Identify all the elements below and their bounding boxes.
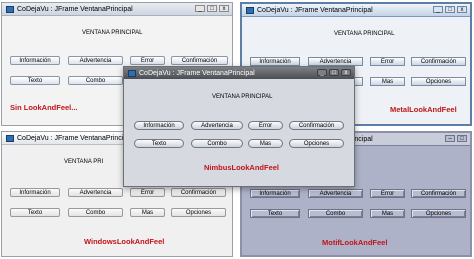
- page-heading: VENTANA PRINCIPAL: [334, 31, 395, 37]
- confirmacion-button[interactable]: Confirmación: [411, 57, 466, 66]
- combo-button[interactable]: Combo: [191, 139, 243, 148]
- confirmacion-button[interactable]: Confirmación: [171, 56, 228, 65]
- window-titlebar[interactable]: CoDejaVu : JFrame VentanaPrincipal _ □ x: [2, 3, 232, 16]
- opciones-button[interactable]: Opciones: [289, 139, 344, 148]
- advertencia-button[interactable]: Advertencia: [308, 189, 363, 198]
- caption-windows-laf: WindowsLookAndFeel: [84, 237, 165, 246]
- combo-button[interactable]: Combo: [308, 209, 363, 218]
- window-controls: _ □ x: [195, 5, 229, 12]
- advertencia-button[interactable]: Advertencia: [191, 121, 243, 130]
- mas-button[interactable]: Mas: [248, 139, 283, 148]
- advertencia-button[interactable]: Advertencia: [68, 188, 123, 197]
- texto-button[interactable]: Texto: [10, 208, 60, 217]
- page-heading: VENTANA PRINCIPAL: [212, 94, 273, 100]
- opciones-button[interactable]: Opciones: [411, 77, 466, 86]
- window-content: VENTANA PRINCIPAL Información Advertenci…: [124, 79, 354, 186]
- java-app-icon: [246, 6, 254, 14]
- error-button[interactable]: Error: [130, 56, 165, 65]
- window-controls: _ □ x: [317, 69, 351, 76]
- java-app-icon: [128, 69, 136, 77]
- mas-button[interactable]: Mas: [130, 208, 165, 217]
- window-nimbus-laf: CoDejaVu : JFrame VentanaPrincipal _ □ x…: [123, 66, 355, 187]
- maximize-icon[interactable]: □: [445, 6, 455, 13]
- caption-default-laf: Sin LookAndFeel...: [10, 103, 78, 112]
- advertencia-button[interactable]: Advertencia: [68, 56, 123, 65]
- mas-button[interactable]: Mas: [370, 77, 405, 86]
- minimize-icon[interactable]: _: [317, 69, 327, 76]
- caption-motif-laf: MotifLookAndFeel: [322, 238, 388, 247]
- window-titlebar[interactable]: CoDejaVu : JFrame VentanaPrincipal _ □ x: [242, 4, 470, 17]
- confirmacion-button[interactable]: Confirmación: [411, 189, 466, 198]
- caption-metal-laf: MetalLookAndFeel: [390, 105, 457, 114]
- informacion-button[interactable]: Información: [10, 188, 60, 197]
- page-heading: VENTANA PRINCIPAL: [82, 30, 143, 36]
- informacion-button[interactable]: Información: [250, 189, 300, 198]
- texto-button[interactable]: Texto: [134, 139, 184, 148]
- window-title: CoDejaVu : JFrame VentanaPrincipal: [17, 5, 133, 13]
- window-controls: – □: [445, 135, 467, 142]
- error-button[interactable]: Error: [130, 188, 165, 197]
- page-heading: VENTANA PRI: [64, 159, 104, 165]
- window-title: CoDejaVu : JFrame VentanaPrincipal: [17, 134, 133, 142]
- close-icon[interactable]: x: [341, 69, 351, 76]
- window-controls: _ □ x: [433, 6, 467, 13]
- error-button[interactable]: Error: [370, 57, 405, 66]
- caption-nimbus-laf: NimbusLookAndFeel: [204, 163, 280, 172]
- minimize-icon[interactable]: _: [433, 6, 443, 13]
- informacion-button[interactable]: Información: [250, 57, 300, 66]
- error-button[interactable]: Error: [248, 121, 283, 130]
- maximize-icon[interactable]: □: [329, 69, 339, 76]
- informacion-button[interactable]: Información: [134, 121, 184, 130]
- combo-button[interactable]: Combo: [68, 208, 123, 217]
- minimize-icon[interactable]: _: [195, 5, 205, 12]
- maximize-icon[interactable]: □: [457, 135, 467, 142]
- close-icon[interactable]: x: [457, 6, 467, 13]
- java-app-icon: [6, 134, 14, 142]
- opciones-button[interactable]: Opciones: [411, 209, 466, 218]
- combo-button[interactable]: Combo: [68, 76, 123, 85]
- texto-button[interactable]: Texto: [250, 209, 300, 218]
- window-title: CoDejaVu : JFrame VentanaPrincipal: [257, 6, 373, 14]
- window-title: CoDejaVu : JFrame VentanaPrincipal: [139, 69, 255, 77]
- confirmacion-button[interactable]: Confirmación: [171, 188, 226, 197]
- confirmacion-button[interactable]: Confirmación: [289, 121, 344, 130]
- texto-button[interactable]: Texto: [10, 76, 60, 85]
- error-button[interactable]: Error: [370, 189, 405, 198]
- mas-button[interactable]: Mas: [370, 209, 405, 218]
- close-icon[interactable]: x: [219, 5, 229, 12]
- maximize-icon[interactable]: □: [207, 5, 217, 12]
- informacion-button[interactable]: Información: [10, 56, 60, 65]
- java-app-icon: [6, 5, 14, 13]
- advertencia-button[interactable]: Advertencia: [308, 57, 363, 66]
- opciones-button[interactable]: Opciones: [171, 208, 226, 217]
- minimize-icon[interactable]: –: [445, 135, 455, 142]
- window-titlebar[interactable]: CoDejaVu : JFrame VentanaPrincipal _ □ x: [124, 67, 354, 79]
